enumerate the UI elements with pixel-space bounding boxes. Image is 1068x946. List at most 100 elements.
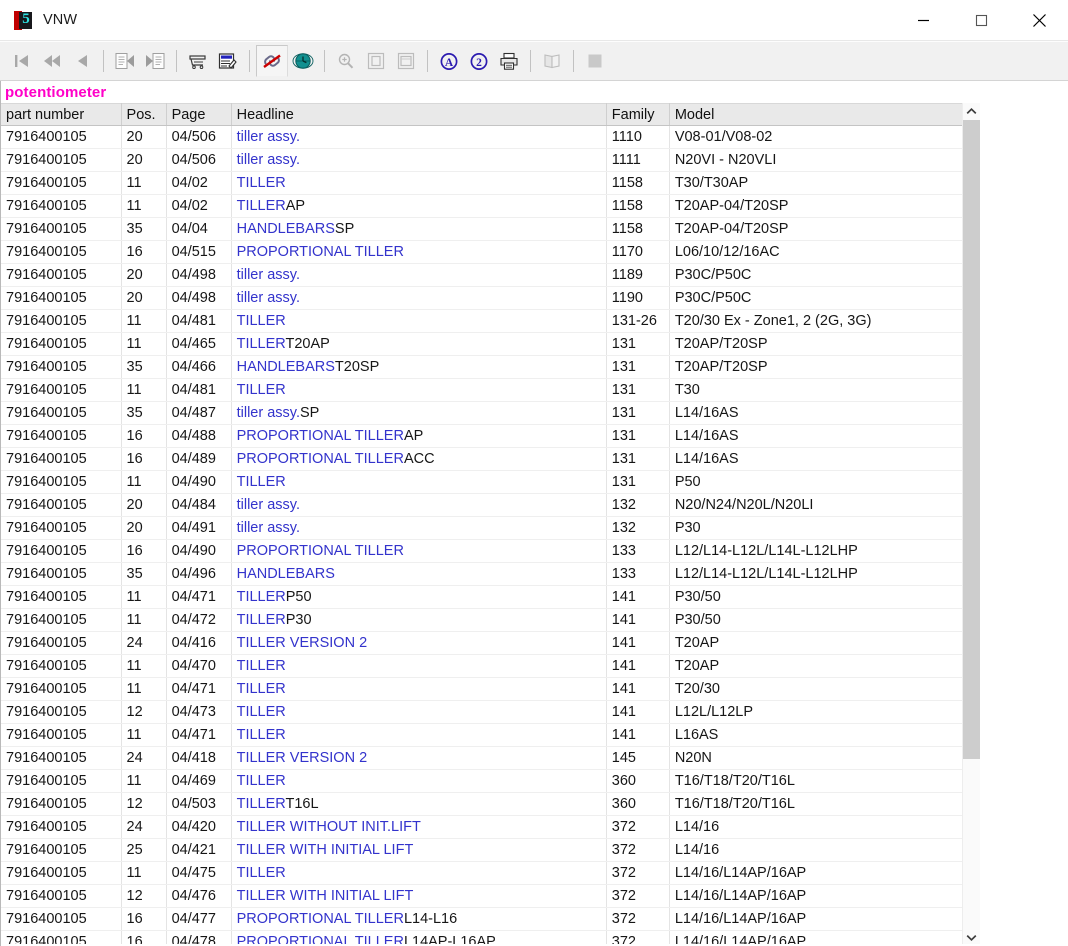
book-button[interactable] <box>537 46 567 76</box>
cell-headline[interactable]: tiller assy. <box>231 516 607 540</box>
zoom-in-button[interactable] <box>331 46 361 76</box>
column-header-family[interactable]: Family <box>606 103 670 126</box>
no-link-button[interactable] <box>256 45 288 77</box>
cell-headline[interactable]: tiller assy. <box>231 148 607 172</box>
table-row[interactable]: 7916400105 12 04/473 TILLER 141 L12L/L12LP <box>1 700 968 724</box>
table-row[interactable]: 7916400105 11 04/470 TILLER 141 T20AP <box>1 654 968 678</box>
cell-headline[interactable]: TILLER <box>231 309 607 333</box>
cell-headline[interactable]: TILLER <box>231 723 607 747</box>
cell-headline[interactable]: HANDLEBARST20SP <box>231 355 607 379</box>
table-row[interactable]: 7916400105 12 04/503 TILLERT16L 360 T16/T18/T… <box>1 792 968 816</box>
table-row[interactable]: 7916400105 11 04/02 TILLERAP 1158 T20AP-04/T2… <box>1 194 968 218</box>
cell-headline[interactable]: TILLER <box>231 677 607 701</box>
previous-record-button[interactable] <box>67 46 97 76</box>
table-row[interactable]: 7916400105 20 04/498 tiller assy. 1190 P30C/P… <box>1 286 968 310</box>
cell-headline[interactable]: HANDLEBARSSP <box>231 217 607 241</box>
close-button[interactable] <box>1010 0 1068 40</box>
cell-headline[interactable]: PROPORTIONAL TILLERACC <box>231 447 607 471</box>
headline-link[interactable]: TILLER <box>237 382 286 398</box>
cell-headline[interactable]: TILLER WITH INITIAL LIFT <box>231 838 607 862</box>
globe-clock-button[interactable] <box>288 46 318 76</box>
headline-link[interactable]: tiller assy. <box>237 405 300 421</box>
cell-headline[interactable]: TILLERP30 <box>231 608 607 632</box>
headline-link[interactable]: TILLER <box>237 175 286 191</box>
table-row[interactable]: 7916400105 11 04/471 TILLERP50 141 P30/50 <box>1 585 968 609</box>
cell-headline[interactable]: PROPORTIONAL TILLER <box>231 539 607 563</box>
cell-headline[interactable]: TILLER <box>231 654 607 678</box>
table-row[interactable]: 7916400105 16 04/488 PROPORTIONAL TILLERAP 1… <box>1 424 968 448</box>
headline-link[interactable]: TILLER WITH INITIAL LIFT <box>237 888 414 904</box>
table-row[interactable]: 7916400105 11 04/471 TILLER 141 L16AS <box>1 723 968 747</box>
table-row[interactable]: 7916400105 11 04/02 TILLER 1158 T30/T30AP <box>1 171 968 195</box>
cell-headline[interactable]: TILLER <box>231 769 607 793</box>
cell-headline[interactable]: tiller assy.SP <box>231 401 607 425</box>
cell-headline[interactable]: TILLER <box>231 700 607 724</box>
headline-link[interactable]: TILLER WITH INITIAL LIFT <box>237 842 414 858</box>
table-row[interactable]: 7916400105 20 04/498 tiller assy. 1189 P30C/P… <box>1 263 968 287</box>
cell-headline[interactable]: TILLER WITH INITIAL LIFT <box>231 884 607 908</box>
page-view-button[interactable] <box>361 46 391 76</box>
headline-link[interactable]: PROPORTIONAL TILLER <box>237 428 404 444</box>
headline-link[interactable]: tiller assy. <box>237 129 300 145</box>
table-row[interactable]: 7916400105 35 04/466 HANDLEBARST20SP 131 T20A… <box>1 355 968 379</box>
table-row[interactable]: 7916400105 11 04/490 TILLER 131 P50 <box>1 470 968 494</box>
table-row[interactable]: 7916400105 24 04/420 TILLER WITHOUT INIT.LI… <box>1 815 968 839</box>
headline-link[interactable]: tiller assy. <box>237 497 300 513</box>
headline-link[interactable]: tiller assy. <box>237 267 300 283</box>
cell-headline[interactable]: TILLERT20AP <box>231 332 607 356</box>
table-row[interactable]: 7916400105 35 04/496 HANDLEBARS 133 L12/L14-L… <box>1 562 968 586</box>
headline-link[interactable]: tiller assy. <box>237 520 300 536</box>
table-row[interactable]: 7916400105 35 04/04 HANDLEBARSSP 1158 T20AP-0… <box>1 217 968 241</box>
headline-link[interactable]: HANDLEBARS <box>237 359 335 375</box>
table-row[interactable]: 7916400105 25 04/421 TILLER WITH INITIAL LI… <box>1 838 968 862</box>
headline-link[interactable]: TILLER <box>237 865 286 881</box>
table-row[interactable]: 7916400105 11 04/481 TILLER 131 T30 <box>1 378 968 402</box>
headline-link[interactable]: TILLER VERSION 2 <box>237 750 368 766</box>
cell-headline[interactable]: TILLER <box>231 861 607 885</box>
cell-headline[interactable]: TILLERP50 <box>231 585 607 609</box>
headline-link[interactable]: TILLER <box>237 612 286 628</box>
table-row[interactable]: 7916400105 16 04/490 PROPORTIONAL TILLER 133… <box>1 539 968 563</box>
first-page-document-button[interactable] <box>110 46 140 76</box>
cell-headline[interactable]: tiller assy. <box>231 286 607 310</box>
stop-button[interactable] <box>580 46 610 76</box>
column-header-part-number[interactable]: part number <box>1 103 122 126</box>
headline-link[interactable]: TILLER VERSION 2 <box>237 635 368 651</box>
cell-headline[interactable]: TILLER VERSION 2 <box>231 631 607 655</box>
table-row[interactable]: 7916400105 20 04/506 tiller assy. 1111 N20VI … <box>1 148 968 172</box>
table-row[interactable]: 7916400105 35 04/487 tiller assy.SP 131 L14/1… <box>1 401 968 425</box>
table-row[interactable]: 7916400105 11 04/475 TILLER 372 L14/16/L14AP/… <box>1 861 968 885</box>
headline-link[interactable]: tiller assy. <box>237 290 300 306</box>
column-header-page[interactable]: Page <box>166 103 232 126</box>
vertical-scrollbar[interactable] <box>962 103 980 946</box>
cell-headline[interactable]: HANDLEBARS <box>231 562 607 586</box>
headline-link[interactable]: TILLER <box>237 658 286 674</box>
scrollbar-thumb[interactable] <box>963 120 980 760</box>
column-header-pos[interactable]: Pos. <box>121 103 167 126</box>
cell-headline[interactable]: PROPORTIONAL TILLERL14-L16 <box>231 907 607 931</box>
cell-headline[interactable]: PROPORTIONAL TILLER <box>231 240 607 264</box>
first-record-button[interactable] <box>7 46 37 76</box>
table-row[interactable]: 7916400105 11 04/472 TILLERP30 141 P30/50 <box>1 608 968 632</box>
headline-link[interactable]: TILLER <box>237 198 286 214</box>
table-row[interactable]: 7916400105 11 04/469 TILLER 360 T16/T18/T20/T… <box>1 769 968 793</box>
shopping-cart-button[interactable] <box>183 46 213 76</box>
page-alt-view-button[interactable] <box>391 46 421 76</box>
table-row[interactable]: 7916400105 16 04/477 PROPORTIONAL TILLERL14… <box>1 907 968 931</box>
edit-list-button[interactable] <box>213 46 243 76</box>
annotation-a-button[interactable]: A <box>434 46 464 76</box>
headline-link[interactable]: HANDLEBARS <box>237 566 335 582</box>
table-row[interactable]: 7916400105 16 04/515 PROPORTIONAL TILLER 117… <box>1 240 968 264</box>
minimize-button[interactable] <box>894 0 952 40</box>
headline-link[interactable]: PROPORTIONAL TILLER <box>237 911 404 927</box>
cell-headline[interactable]: tiller assy. <box>231 493 607 517</box>
cell-headline[interactable]: TILLER <box>231 171 607 195</box>
column-header-headline[interactable]: Headline <box>231 103 607 126</box>
cell-headline[interactable]: TILLERT16L <box>231 792 607 816</box>
scroll-up-button[interactable] <box>963 103 980 120</box>
print-button[interactable] <box>494 46 524 76</box>
cell-headline[interactable]: TILLER WITHOUT INIT.LIFT <box>231 815 607 839</box>
headline-link[interactable]: TILLER <box>237 336 286 352</box>
headline-link[interactable]: TILLER <box>237 704 286 720</box>
table-row[interactable]: 7916400105 24 04/418 TILLER VERSION 2 145 N20… <box>1 746 968 770</box>
